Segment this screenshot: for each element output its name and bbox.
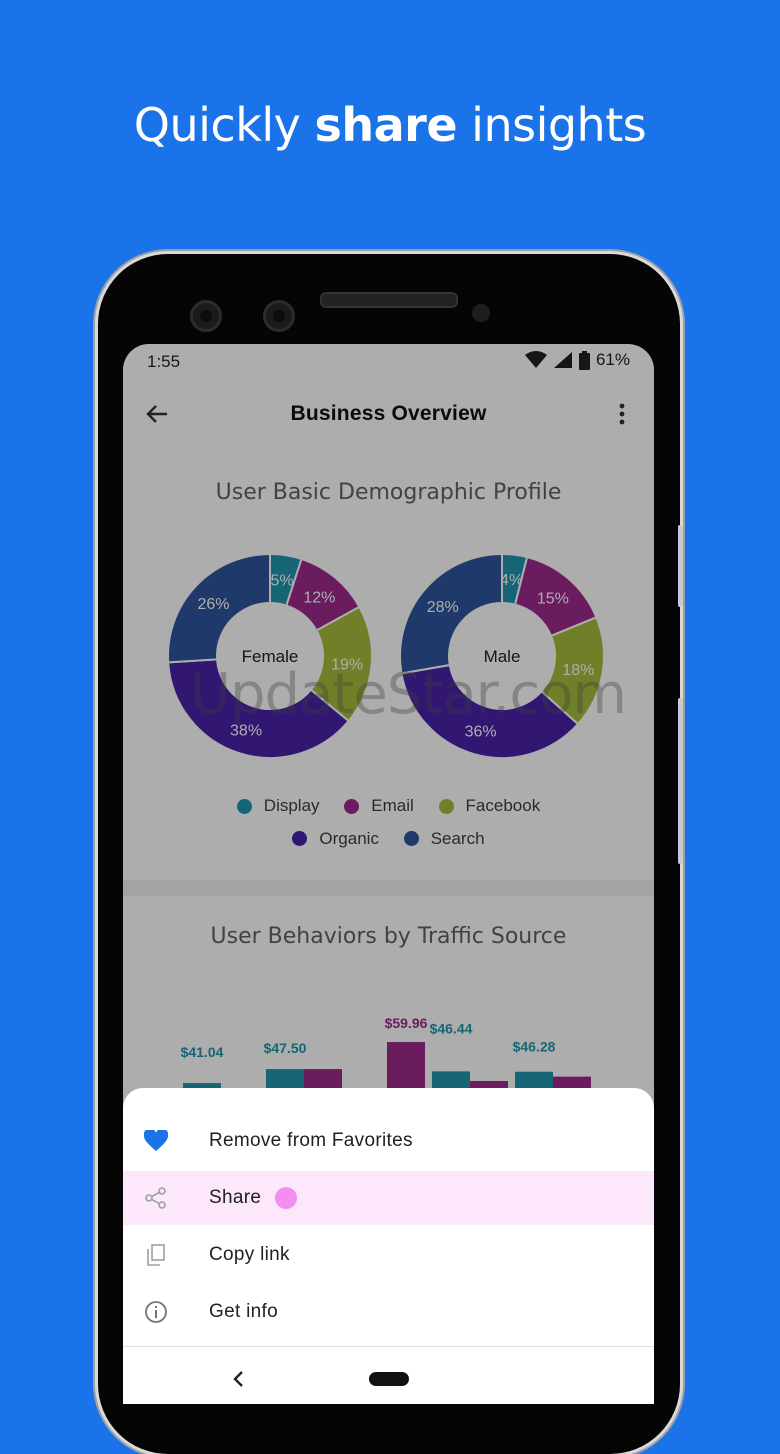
menu-item-label: Share <box>209 1187 262 1208</box>
heart-icon <box>143 1128 169 1154</box>
menu-item-copy-link[interactable]: Copy link <box>123 1228 654 1282</box>
system-nav-bar <box>123 1346 654 1404</box>
menu-item-get-info[interactable]: Get info <box>123 1285 654 1339</box>
menu-item-label: Get info <box>209 1301 278 1322</box>
headline-bold: share <box>314 98 458 152</box>
proximity-sensor <box>472 304 490 322</box>
earpiece-speaker <box>320 292 458 308</box>
volume-button <box>678 698 683 864</box>
front-camera <box>263 300 295 332</box>
menu-item-label: Copy link <box>209 1244 290 1265</box>
menu-item-share[interactable]: Share <box>123 1171 654 1225</box>
headline-suffix: insights <box>457 98 647 152</box>
touch-indicator <box>275 1187 298 1209</box>
menu-item-label: Remove from Favorites <box>209 1130 413 1151</box>
info-icon <box>143 1299 169 1325</box>
bottom-sheet-menu: Remove from Favorites Share Copy link Ge… <box>123 1088 654 1404</box>
nav-home-pill[interactable] <box>369 1372 409 1386</box>
headline-prefix: Quickly <box>133 98 315 152</box>
headline: Quickly share insights <box>0 98 780 152</box>
power-button <box>678 525 683 607</box>
share-icon <box>143 1185 169 1211</box>
menu-item-remove-favorite[interactable]: Remove from Favorites <box>123 1114 654 1168</box>
copy-icon <box>143 1242 169 1268</box>
front-camera <box>190 300 222 332</box>
nav-back-icon[interactable] <box>229 1369 249 1389</box>
phone-screen: 1:55 61% Business Overview User Basic De… <box>123 344 654 1404</box>
